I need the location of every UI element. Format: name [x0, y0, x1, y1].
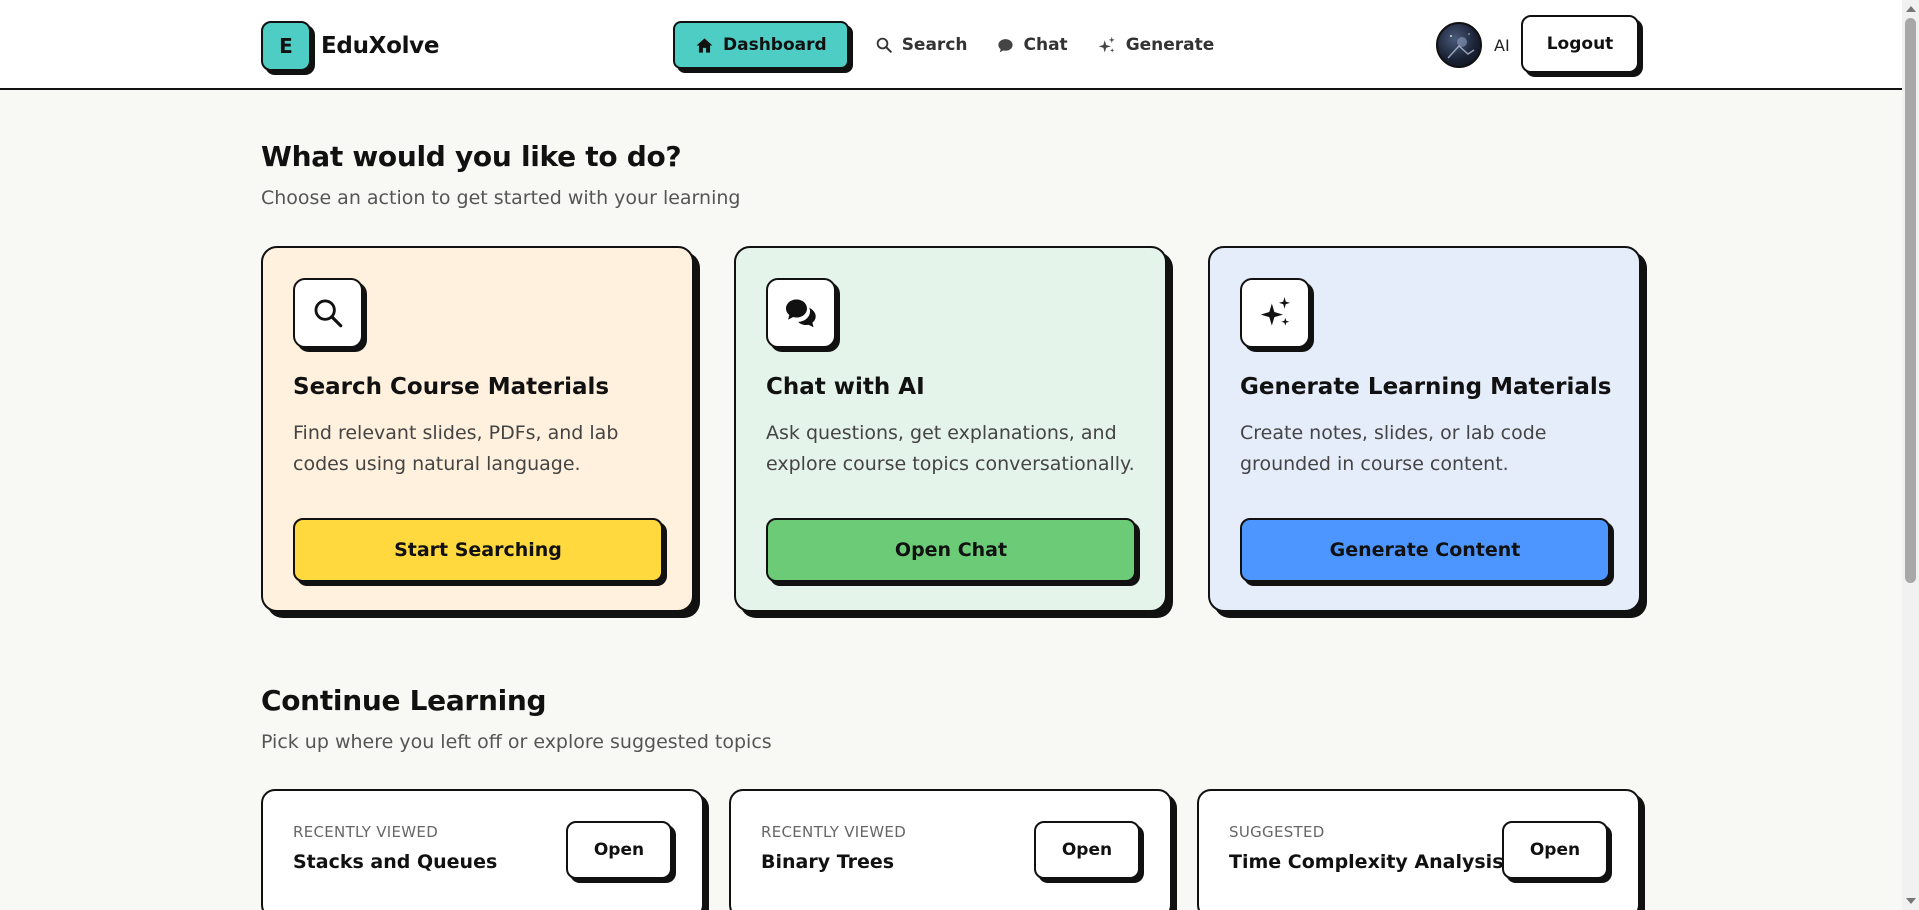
search-icon [314, 299, 343, 328]
card-description: Create notes, slides, or lab code ground… [1240, 422, 1547, 475]
continue-item: SUGGESTED Time Complexity Analysis Open [1197, 789, 1640, 910]
continue-item-tag: SUGGESTED [1229, 823, 1325, 841]
card-search-icon-box [293, 278, 363, 348]
avatar[interactable] [1436, 22, 1482, 68]
continue-item-tag: RECENTLY VIEWED [293, 823, 439, 841]
continue-item-tag: RECENTLY VIEWED [761, 823, 907, 841]
continue-item: RECENTLY VIEWED Stacks and Queues Open [261, 789, 704, 910]
card-title: Search Course Materials [293, 374, 610, 400]
scroll-down-icon[interactable] [1906, 898, 1916, 904]
continue-item: RECENTLY VIEWED Binary Trees Open [729, 789, 1172, 910]
card-sparkles-icon-box [1240, 278, 1310, 348]
brand[interactable]: E EduXolve [261, 20, 439, 72]
nav-dashboard-label: Dashboard [723, 35, 827, 55]
open-button[interactable]: Open [1034, 821, 1140, 879]
card-chat-icon-box [766, 278, 836, 348]
sparkles-icon [1260, 297, 1291, 326]
card-description: Find relevant slides, PDFs, and lab code… [293, 422, 619, 475]
continue-item-title: Time Complexity Analysis [1229, 851, 1504, 873]
user-menu[interactable]: AI [1436, 22, 1510, 68]
page: E EduXolve Dashboard Search Chat Generat… [0, 0, 1919, 910]
card-title: Chat with AI [766, 374, 925, 400]
top-navbar: E EduXolve Dashboard Search Chat Generat… [0, 0, 1902, 90]
continue-subtitle: Pick up where you left off or explore su… [261, 731, 772, 753]
chat-icon [997, 38, 1013, 52]
card-title: Generate Learning Materials [1240, 374, 1612, 400]
actions-title: What would you like to do? [261, 140, 682, 173]
page-scrollbar[interactable] [1902, 0, 1919, 910]
nav-search[interactable]: Search [861, 21, 982, 69]
actions-subtitle: Choose an action to get started with you… [261, 187, 741, 209]
open-chat-button[interactable]: Open Chat [766, 518, 1136, 582]
nav-dashboard[interactable]: Dashboard [673, 21, 849, 69]
sparkles-icon [1098, 36, 1115, 52]
open-button[interactable]: Open [566, 821, 672, 879]
nav-chat-label: Chat [1023, 35, 1068, 55]
generate-materials-card: Generate Learning Materials Create notes… [1208, 246, 1641, 612]
search-icon [876, 37, 892, 53]
continue-item-title: Binary Trees [761, 851, 895, 873]
brand-name: EduXolve [321, 33, 440, 59]
nav-chat[interactable]: Chat [982, 21, 1082, 69]
scroll-up-icon[interactable] [1906, 6, 1916, 12]
continue-item-title: Stacks and Queues [293, 851, 498, 873]
avatar-image-icon [1447, 33, 1475, 59]
home-icon [696, 37, 713, 53]
chat-icon [786, 299, 816, 328]
scrollbar-thumb[interactable] [1905, 18, 1916, 583]
main-nav: Dashboard Search Chat Generate [673, 20, 1228, 70]
generate-content-button[interactable]: Generate Content [1240, 518, 1610, 582]
card-description: Ask questions, get explanations, and exp… [766, 422, 1135, 475]
logout-button[interactable]: Logout [1521, 15, 1639, 73]
nav-generate[interactable]: Generate [1082, 21, 1229, 69]
nav-search-label: Search [901, 35, 968, 55]
brand-logo-badge: E [261, 21, 311, 71]
user-name: AI [1494, 35, 1510, 55]
search-materials-card: Search Course Materials Find relevant sl… [261, 246, 694, 612]
nav-generate-label: Generate [1125, 35, 1215, 55]
continue-title: Continue Learning [261, 684, 547, 717]
open-button[interactable]: Open [1502, 821, 1608, 879]
chat-ai-card: Chat with AI Ask questions, get explanat… [734, 246, 1167, 612]
start-searching-button[interactable]: Start Searching [293, 518, 663, 582]
